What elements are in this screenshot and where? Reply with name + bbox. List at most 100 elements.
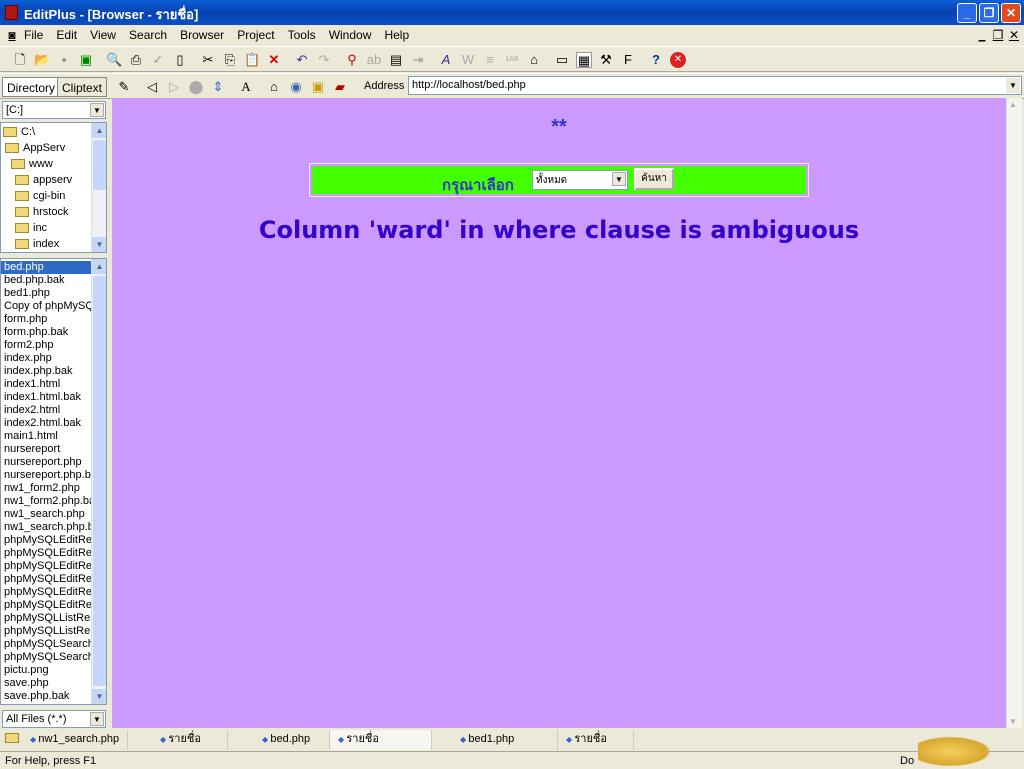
fullscreen-icon[interactable]: F bbox=[620, 52, 636, 68]
word-wrap-icon[interactable]: W bbox=[460, 52, 476, 68]
undo-icon[interactable]: ↶ bbox=[294, 52, 310, 68]
document-tabs: ◆ nw1_search.php ◆ รายชื่อ ◆ bed.php ◆ รายช… bbox=[0, 729, 1024, 750]
directory-name: AppServ bbox=[23, 142, 66, 154]
directory-name: cgi-bin bbox=[33, 190, 66, 202]
pen-icon[interactable]: ✎ bbox=[116, 79, 132, 95]
mdi-restore-button[interactable]: ❐ bbox=[990, 28, 1006, 42]
folder-icon bbox=[15, 175, 29, 186]
document-tab-label: bed.php bbox=[270, 733, 311, 745]
html-preview-icon[interactable]: ▯ bbox=[172, 52, 188, 68]
file-list-scrollbar[interactable]: ▲ ▼ bbox=[91, 259, 106, 704]
print-icon[interactable]: ⎙ bbox=[128, 52, 144, 68]
home-icon[interactable]: ⌂ bbox=[266, 79, 282, 95]
document-tab[interactable]: ◆ รายชื่อ bbox=[152, 730, 228, 750]
bookmark-icon[interactable]: ▰ bbox=[332, 79, 348, 95]
new-file-icon[interactable]: 🗋 bbox=[12, 52, 28, 68]
cut-icon[interactable]: ✂ bbox=[200, 52, 216, 68]
line-number-icon[interactable]: 1AB bbox=[504, 52, 520, 68]
directory-name: C:\ bbox=[21, 126, 36, 138]
mdi-minimize-button[interactable]: _ bbox=[974, 28, 990, 42]
favorites-folder-icon[interactable]: ▣ bbox=[310, 79, 326, 95]
forward-icon[interactable]: ▷ bbox=[166, 79, 182, 95]
directory-scrollbar[interactable]: ▲ ▼ bbox=[91, 123, 106, 252]
folder-icon bbox=[5, 143, 19, 154]
help-pointer-icon[interactable]: ? bbox=[648, 52, 664, 68]
open-icon[interactable]: 📂 bbox=[34, 52, 50, 68]
directory-name: index bbox=[33, 238, 60, 250]
font-icon[interactable]: A bbox=[438, 52, 454, 68]
find-in-files-icon[interactable]: ▤ bbox=[388, 52, 404, 68]
browser-view: ** กรุณาเลือก ทั้งหมด ▼ ค้นหา Column 'wa… bbox=[112, 98, 1006, 728]
status-right: Do bbox=[900, 755, 915, 767]
tab-cliptext[interactable]: Cliptext bbox=[57, 77, 108, 97]
copy-icon[interactable]: ⎘ bbox=[222, 52, 238, 68]
category-select[interactable]: ทั้งหมด ▼ bbox=[532, 170, 628, 190]
select-label: กรุณาเลือก bbox=[442, 176, 514, 194]
folder-icon bbox=[15, 223, 29, 234]
filter-value: All Files (*.*) bbox=[6, 713, 67, 725]
menu-help[interactable]: Help bbox=[384, 28, 409, 42]
menu-browser[interactable]: Browser bbox=[180, 28, 224, 42]
replace-icon[interactable]: ab bbox=[366, 52, 382, 68]
folder-icon bbox=[11, 159, 25, 170]
refresh-icon[interactable]: ⇕ bbox=[210, 79, 226, 95]
folder-icon bbox=[15, 239, 29, 250]
tab-directory[interactable]: Directory bbox=[2, 77, 61, 97]
file-filter-select[interactable]: All Files (*.*) ▼ bbox=[2, 710, 106, 728]
output-window-icon[interactable]: ▭ bbox=[554, 52, 570, 68]
document-tab[interactable]: ◆ รายชื่อ bbox=[558, 730, 634, 750]
close-button[interactable]: ✕ bbox=[1001, 3, 1021, 23]
browser-font-icon[interactable]: A bbox=[238, 79, 254, 95]
category-value: ทั้งหมด bbox=[536, 175, 568, 186]
find-icon[interactable]: ⚲ bbox=[344, 52, 360, 68]
save-icon[interactable]: ▪ bbox=[56, 52, 72, 68]
directory-window-icon[interactable]: ▦ bbox=[576, 52, 592, 68]
print-preview-icon[interactable]: 🔍 bbox=[106, 52, 122, 68]
office-assistant-dog-icon[interactable] bbox=[918, 734, 998, 769]
browser-scrollbar[interactable]: ▲ ▼ bbox=[1006, 98, 1022, 728]
stop-icon[interactable]: ✕ bbox=[670, 52, 686, 68]
redo-icon[interactable]: ↷ bbox=[316, 52, 332, 68]
address-input[interactable]: http://localhost/bed.php ▼ bbox=[408, 76, 1022, 95]
paste-icon[interactable]: 📋 bbox=[244, 52, 260, 68]
back-icon[interactable]: ◁ bbox=[144, 79, 160, 95]
web-icon[interactable]: ◉ bbox=[288, 79, 304, 95]
document-tab[interactable]: ◆ bed1.php bbox=[452, 730, 558, 750]
drive-select[interactable]: [C:] ▼ bbox=[2, 101, 106, 119]
document-tab[interactable]: ◆ รายชื่อ bbox=[330, 730, 432, 750]
menu-tools[interactable]: Tools bbox=[288, 28, 316, 42]
chevron-down-icon[interactable]: ▼ bbox=[90, 103, 104, 117]
menu-project[interactable]: Project bbox=[237, 28, 274, 42]
ruler-icon[interactable]: ≡ bbox=[482, 52, 498, 68]
goto-icon[interactable]: ⇥ bbox=[410, 52, 426, 68]
chevron-down-icon[interactable]: ▼ bbox=[90, 712, 104, 726]
save-all-icon[interactable]: ▣ bbox=[78, 52, 94, 68]
folder-icon bbox=[15, 207, 29, 218]
folder-icon[interactable] bbox=[5, 733, 19, 743]
search-button[interactable]: ค้นหา bbox=[634, 168, 674, 190]
document-icon[interactable]: ◙ bbox=[4, 28, 20, 42]
document-tab-label: bed1.php bbox=[468, 733, 515, 745]
editplus-app-icon bbox=[5, 5, 18, 20]
minimize-button[interactable]: _ bbox=[957, 3, 977, 23]
tools-icon[interactable]: ⚒ bbox=[598, 52, 614, 68]
preferences-icon[interactable]: ⌂ bbox=[526, 52, 542, 68]
spellcheck-icon[interactable]: ✓ bbox=[150, 52, 166, 68]
document-tab[interactable]: ◆ bed.php bbox=[254, 730, 330, 750]
directory-tree: C:\ AppServ www appserv cgi-bin hrstock inc ind… bbox=[0, 122, 107, 253]
menu-search[interactable]: Search bbox=[129, 28, 167, 42]
document-tab-label: รายชื่อ bbox=[168, 733, 201, 745]
mdi-close-button[interactable]: ✕ bbox=[1006, 28, 1022, 42]
menu-view[interactable]: View bbox=[90, 28, 116, 42]
maximize-button[interactable]: ❐ bbox=[979, 3, 999, 23]
stop-load-icon[interactable]: ⬤ bbox=[188, 79, 204, 95]
delete-icon[interactable]: ✕ bbox=[266, 52, 282, 68]
menu-file[interactable]: File bbox=[24, 28, 43, 42]
menu-edit[interactable]: Edit bbox=[56, 28, 77, 42]
address-dropdown-arrow[interactable]: ▼ bbox=[1006, 78, 1020, 93]
menu-window[interactable]: Window bbox=[329, 28, 372, 42]
chevron-down-icon[interactable]: ▼ bbox=[612, 172, 626, 186]
page-heading-stars: ** bbox=[551, 116, 567, 138]
window-title: EditPlus - [Browser - รายชื่อ] bbox=[24, 7, 199, 22]
document-tab[interactable]: ◆ nw1_search.php bbox=[24, 730, 128, 750]
